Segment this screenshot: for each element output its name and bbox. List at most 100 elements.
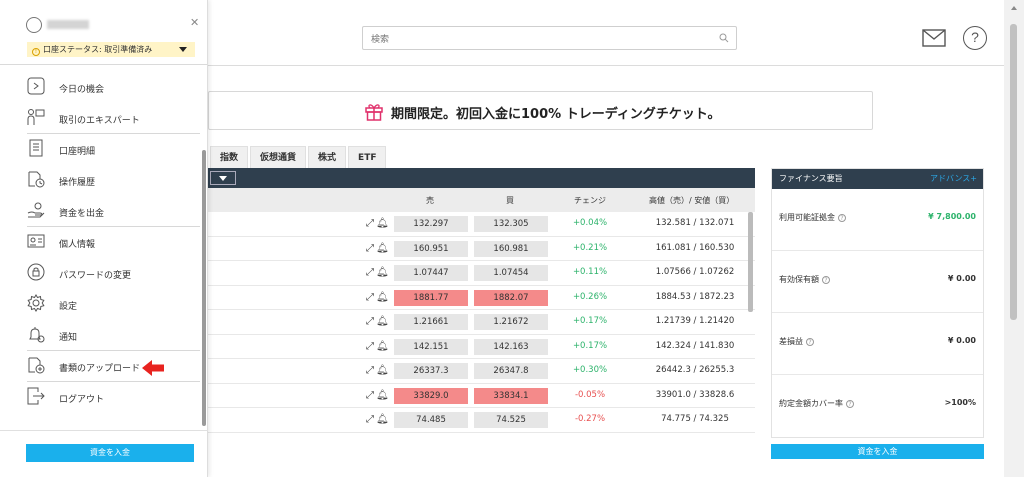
expand-icon[interactable]: ⤢ (366, 218, 376, 229)
expand-icon[interactable]: ⤢ (366, 365, 376, 376)
row-action-icons[interactable]: ⤢🔔︎ (366, 316, 391, 327)
sidebar-item-upload-documents[interactable]: 書類のアップロード (27, 351, 200, 382)
close-icon[interactable]: ✕ (190, 16, 199, 29)
table-scrollbar[interactable] (748, 212, 753, 312)
buy-price-button[interactable]: 132.305 (474, 216, 548, 232)
row-action-icons[interactable]: ⤢🔔︎ (366, 341, 391, 352)
sidebar-item-label: 今日の機会 (59, 85, 105, 95)
expand-icon[interactable]: ⤢ (366, 341, 376, 352)
help-icon[interactable]: ? (963, 26, 987, 50)
expand-icon[interactable]: ⤢ (366, 390, 376, 401)
search-input[interactable] (363, 29, 693, 51)
id-card-icon (27, 234, 45, 248)
scroll-up-icon[interactable] (1011, 6, 1017, 10)
help-icon[interactable]: ? (822, 275, 830, 284)
sell-price-button[interactable]: 1881.77 (394, 289, 468, 306)
sell-price-button[interactable]: 160.951 (394, 240, 468, 257)
bell-icon[interactable]: 🔔︎ (376, 267, 391, 278)
buy-price-button[interactable]: 1.07454 (474, 265, 548, 281)
sell-price-button[interactable]: 26337.3 (394, 363, 468, 379)
row-action-icons[interactable]: ⤢🔔︎ (366, 218, 391, 229)
sidebar-item-logout[interactable]: ログアウト (0, 382, 200, 413)
bell-icon[interactable]: 🔔︎ (376, 292, 391, 303)
row-action-icons[interactable]: ⤢🔔︎ (366, 365, 391, 376)
sidebar-item-personal-info[interactable]: 個人情報 (0, 227, 200, 258)
row-action-icons[interactable]: ⤢🔔︎ (366, 292, 391, 303)
buy-price-button[interactable]: 142.163 (474, 338, 548, 355)
page-scrollbar[interactable] (1004, 0, 1024, 477)
sell-price-button[interactable]: 74.485 (394, 412, 468, 428)
table-row[interactable]: ⤢🔔︎ 132.297 132.305 +0.04% 132.581 / 132.071 (208, 212, 755, 237)
table-row[interactable]: ⤢🔔︎ 26337.3 26347.8 +0.30% 26442.3 / 26255.3 (208, 359, 755, 384)
table-row[interactable]: ⤢🔔︎ 74.485 74.525 -0.27% 74.775 / 74.325 (208, 408, 755, 433)
row-action-icons[interactable]: ⤢🔔︎ (366, 243, 391, 254)
sidebar-item-statement[interactable]: 口座明細 (0, 134, 200, 165)
buy-price-button[interactable]: 74.525 (474, 412, 548, 428)
sidebar-item-withdraw[interactable]: 資金を出金 (27, 196, 200, 227)
divider (0, 430, 208, 431)
sidebar-scrollbar[interactable] (202, 150, 206, 426)
sell-price-button[interactable]: 132.297 (394, 216, 468, 232)
help-icon[interactable]: ? (846, 399, 854, 408)
deposit-button[interactable]: 資金を入金 (771, 444, 984, 459)
table-row[interactable]: ⤢🔔︎ 1.07447 1.07454 +0.11% 1.07566 / 1.07262 (208, 261, 755, 286)
buy-price-button[interactable]: 33834.1 (474, 387, 548, 404)
advanced-link[interactable]: アドバンス+ (930, 169, 977, 189)
category-dropdown[interactable] (210, 171, 236, 185)
bell-icon[interactable]: 🔔︎ (376, 243, 391, 254)
gear-icon (27, 294, 45, 312)
table-row[interactable]: ⤢🔔︎ 142.151 142.163 +0.17% 142.324 / 141.830 (208, 335, 755, 359)
table-row[interactable]: ⤢🔔︎ 1.21661 1.21672 +0.17% 1.21739 / 1.21420 (208, 310, 755, 335)
tab-stocks[interactable]: 株式 (308, 146, 347, 168)
account-status[interactable]: ! 口座ステータス: 取引準備済み (27, 42, 195, 57)
high-low-value: 1.07566 / 1.07262 (655, 267, 735, 277)
high-low-value: 33901.0 / 33828.6 (655, 389, 735, 400)
promo-banner[interactable]: 期間限定。初回入金に100% トレーディングチケット。 (208, 91, 873, 130)
col-change: チェンジ (574, 196, 606, 205)
buy-price-button[interactable]: 1882.07 (474, 289, 548, 306)
sidebar-item-history[interactable]: 操作履歴 (0, 165, 200, 196)
sell-price-button[interactable]: 142.151 (394, 338, 468, 355)
mail-icon[interactable] (922, 28, 946, 48)
row-action-icons[interactable]: ⤢🔔︎ (366, 390, 391, 401)
tab-etf[interactable]: ETF (348, 146, 387, 168)
sidebar-item-opportunities[interactable]: 今日の機会 (0, 72, 200, 103)
scrollbar-thumb[interactable] (1010, 24, 1017, 320)
tab-crypto[interactable]: 仮想通貨 (250, 146, 307, 168)
sell-price-button[interactable]: 1.21661 (394, 314, 468, 330)
search-box[interactable] (362, 26, 737, 51)
avatar[interactable] (26, 17, 42, 33)
help-icon[interactable]: ? (838, 213, 846, 222)
search-icon[interactable] (719, 33, 729, 43)
expand-icon[interactable]: ⤢ (366, 243, 376, 254)
buy-price-button[interactable]: 1.21672 (474, 314, 548, 330)
tab-indices[interactable]: 指数 (210, 146, 249, 168)
expand-icon[interactable]: ⤢ (366, 316, 376, 327)
status-label: 口座ステータス: 取引準備済み (43, 45, 153, 54)
sidebar-item-experts[interactable]: 取引のエキスパート (27, 103, 200, 134)
help-icon[interactable]: ? (806, 337, 814, 346)
table-row[interactable]: ⤢🔔︎ 160.951 160.981 +0.21% 161.081 / 160.530 (208, 237, 755, 261)
bell-icon[interactable]: 🔔︎ (376, 316, 391, 327)
expand-icon[interactable]: ⤢ (366, 292, 376, 303)
bell-icon[interactable]: 🔔︎ (376, 365, 391, 376)
row-action-icons[interactable]: ⤢🔔︎ (366, 267, 391, 278)
expand-icon[interactable]: ⤢ (366, 414, 376, 425)
bell-icon[interactable]: 🔔︎ (376, 414, 391, 425)
sidebar-item-notifications[interactable]: 通知 (27, 320, 200, 351)
table-row[interactable]: ⤢🔔︎ 33829.0 33834.1 -0.05% 33901.0 / 33828.6 (208, 384, 755, 408)
buy-price-button[interactable]: 26347.8 (474, 363, 548, 379)
bell-icon[interactable]: 🔔︎ (376, 341, 391, 352)
buy-price-button[interactable]: 160.981 (474, 240, 548, 257)
row-action-icons[interactable]: ⤢🔔︎ (366, 414, 391, 425)
sell-price-button[interactable]: 1.07447 (394, 265, 468, 281)
sidebar-item-settings[interactable]: 設定 (0, 289, 200, 320)
bell-icon[interactable]: 🔔︎ (376, 390, 391, 401)
chevron-down-icon[interactable] (179, 47, 187, 52)
sidebar-deposit-button[interactable]: 資金を入金 (26, 444, 194, 462)
sell-price-button[interactable]: 33829.0 (394, 387, 468, 404)
bell-icon[interactable]: 🔔︎ (376, 218, 391, 229)
sidebar-item-password[interactable]: パスワードの変更 (0, 258, 200, 289)
table-row[interactable]: ⤢🔔︎ 1881.77 1882.07 +0.26% 1884.53 / 1872.23 (208, 286, 755, 310)
expand-icon[interactable]: ⤢ (366, 267, 376, 278)
